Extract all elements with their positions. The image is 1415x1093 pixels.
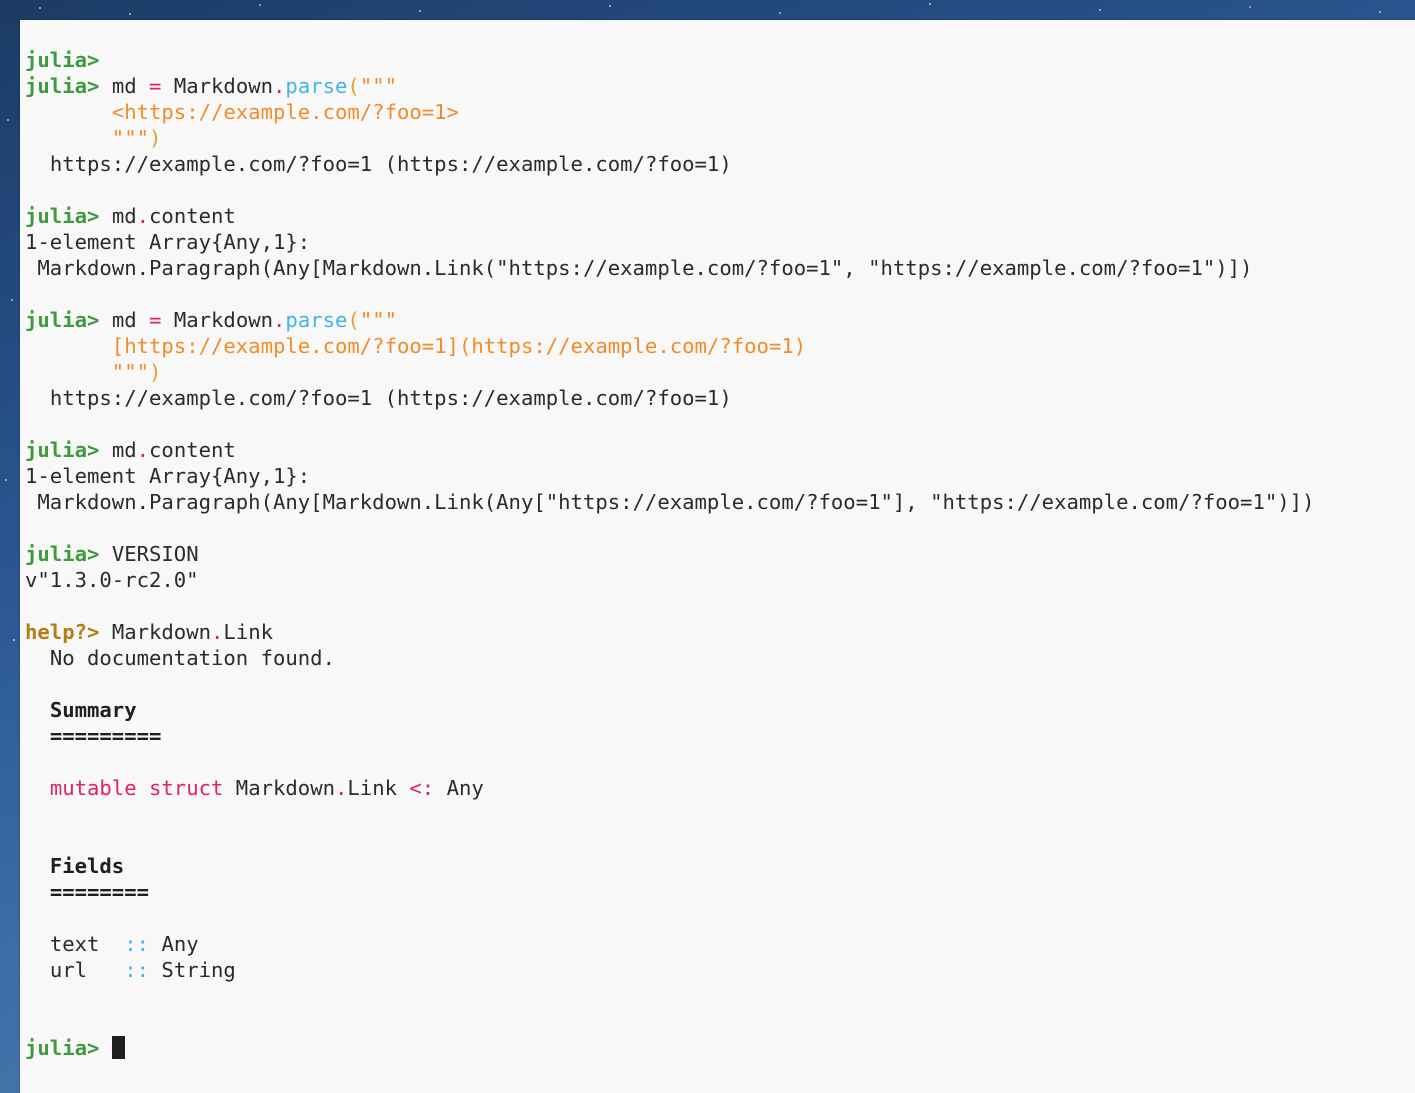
repl-input-parse-1: julia> md = Markdown.parse(""" [25, 74, 398, 98]
repl-output-2a: 1-element Array{Any,1}: [25, 230, 311, 254]
repl-input-content-1: julia> md.content [25, 204, 236, 228]
repl-output-3: https://example.com/?foo=1 (https://exam… [49, 386, 732, 410]
help-output-no-docs: No documentation found. [49, 646, 335, 670]
julia-prompt: julia> [25, 74, 100, 98]
julia-prompt: julia> [25, 308, 100, 332]
help-input: help?> Markdown.Link [25, 620, 274, 644]
text-cursor[interactable] [111, 1036, 125, 1059]
repl-input-content-2: julia> md.content [25, 438, 236, 462]
help-prompt: help?> [25, 620, 100, 644]
repl-input-string-2: [https://example.com/?foo=1](https://exa… [111, 334, 807, 358]
repl-input-close-1: """) [111, 126, 162, 150]
repl-input-version: julia> VERSION [25, 542, 199, 566]
struct-signature: mutable struct Markdown.Link <: Any [49, 776, 484, 800]
field-row-url: url :: String [49, 958, 236, 982]
repl-output-4a: 1-element Array{Any,1}: [25, 464, 311, 488]
summary-heading: Summary [49, 698, 137, 722]
repl-output-2b: Markdown.Paragraph(Any[Markdown.Link("ht… [37, 256, 1253, 280]
julia-prompt: julia> [25, 438, 100, 462]
summary-rule: ========= [49, 724, 162, 748]
julia-prompt: julia> [25, 48, 100, 72]
fields-heading: Fields [49, 854, 125, 878]
julia-prompt: julia> [25, 204, 100, 228]
repl-input-parse-2: julia> md = Markdown.parse(""" [25, 308, 398, 332]
repl-output-1: https://example.com/?foo=1 (https://exam… [49, 152, 732, 176]
repl-input-string-1: <https://example.com/?foo=1> [111, 100, 459, 124]
terminal-window[interactable]: julia> julia> md = Markdown.parse(""" <h… [20, 20, 1415, 1093]
repl-line-empty: julia> [25, 47, 1314, 73]
julia-prompt: julia> [25, 542, 100, 566]
repl-input-close-2: """) [111, 360, 162, 384]
fields-rule: ======== [49, 880, 150, 904]
repl-output-version: v"1.3.0-rc2.0" [25, 568, 199, 592]
julia-prompt: julia> [25, 1036, 100, 1060]
terminal-screen[interactable]: julia> julia> md = Markdown.parse(""" <h… [25, 47, 1314, 1061]
repl-output-4b: Markdown.Paragraph(Any[Markdown.Link(Any… [37, 490, 1315, 514]
field-row-text: text :: Any [49, 932, 199, 956]
repl-input-active[interactable]: julia> [25, 1035, 1314, 1061]
